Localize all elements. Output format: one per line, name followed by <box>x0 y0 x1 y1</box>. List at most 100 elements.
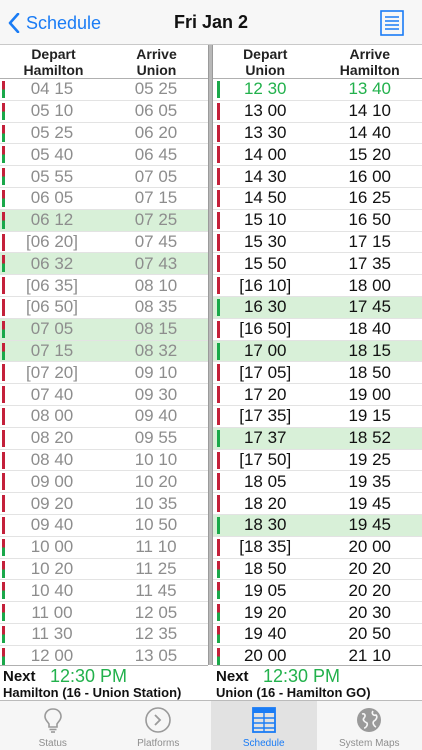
right-schedule-list[interactable]: 12 30 13 40 13 00 14 10 13 30 14 40 14 00 15 20… <box>213 79 422 665</box>
service-indicator-bar <box>217 538 220 556</box>
service-indicator-bar <box>2 102 5 120</box>
left-schedule-row[interactable]: 10 20 11 25 <box>0 559 208 581</box>
right-schedule-row[interactable]: [16 10] 18 00 <box>213 275 422 297</box>
hamilton-to-union-panel[interactable]: Depart Hamilton Arrive Union 04 15 05 25 0… <box>0 45 208 665</box>
left-schedule-row[interactable]: 10 00 11 10 <box>0 537 208 559</box>
tab-status[interactable]: Status <box>0 701 106 750</box>
depart-time: [17 05] <box>239 362 292 382</box>
arrive-time: 07 25 <box>134 210 178 230</box>
arrive-time: 20 30 <box>348 602 392 622</box>
arrive-time: 20 00 <box>348 537 392 557</box>
arrive-time: 08 35 <box>134 297 178 317</box>
left-schedule-row[interactable]: [06 35] 08 10 <box>0 275 208 297</box>
right-schedule-row[interactable]: 15 30 17 15 <box>213 232 422 254</box>
depart-time: 08 20 <box>30 428 74 448</box>
left-next-train: Next 12:30 PM Hamilton (16 - Union Stati… <box>0 665 208 701</box>
union-to-hamilton-panel[interactable]: Depart Union Arrive Hamilton 12 30 13 40 1… <box>213 45 422 665</box>
service-indicator-bar <box>2 560 5 578</box>
right-schedule-row[interactable]: [16 50] 18 40 <box>213 319 422 341</box>
service-indicator-bar <box>217 407 220 425</box>
left-schedule-row[interactable]: 05 40 06 45 <box>0 144 208 167</box>
right-schedule-row[interactable]: 15 10 16 50 <box>213 210 422 232</box>
service-indicator-bar <box>2 81 5 98</box>
left-schedule-row[interactable]: [06 50] 08 35 <box>0 297 208 319</box>
left-schedule-row[interactable]: 11 00 12 05 <box>0 602 208 624</box>
arrive-time: 10 20 <box>134 471 178 491</box>
left-schedule-row[interactable]: 05 10 06 05 <box>0 101 208 123</box>
arrive-time: 06 05 <box>134 101 178 121</box>
service-indicator-bar <box>2 233 5 251</box>
right-schedule-row[interactable]: 13 30 14 40 <box>213 123 422 145</box>
left-schedule-list[interactable]: 04 15 05 25 05 10 06 05 05 25 06 20 05 40 06 45… <box>0 79 208 665</box>
tab-platforms[interactable]: Platforms <box>106 701 212 750</box>
arrive-time: 09 55 <box>134 428 178 448</box>
arrive-time: 18 40 <box>348 319 392 339</box>
service-indicator-bar <box>2 255 5 273</box>
right-schedule-row[interactable]: 19 20 20 30 <box>213 602 422 624</box>
left-schedule-row[interactable]: 08 40 10 10 <box>0 450 208 472</box>
arrive-time: 12 35 <box>134 624 178 644</box>
right-schedule-row[interactable]: 20 00 21 10 <box>213 646 422 665</box>
right-schedule-row[interactable]: 18 20 19 45 <box>213 493 422 515</box>
arrive-time: 07 05 <box>134 166 178 186</box>
right-schedule-row[interactable]: 18 05 19 35 <box>213 471 422 494</box>
arrive-time: 07 43 <box>134 253 178 273</box>
left-schedule-row[interactable]: 09 00 10 20 <box>0 471 208 494</box>
service-indicator-bar <box>2 342 5 360</box>
right-schedule-row[interactable]: 17 00 18 15 <box>213 340 422 363</box>
right-next-label: Next <box>216 668 249 685</box>
left-schedule-row[interactable]: 09 40 10 50 <box>0 515 208 537</box>
service-indicator-bar <box>2 538 5 556</box>
left-schedule-row[interactable]: 09 20 10 35 <box>0 493 208 515</box>
left-schedule-row[interactable]: 06 12 07 25 <box>0 209 208 232</box>
right-schedule-row[interactable]: [17 50] 19 25 <box>213 450 422 472</box>
left-schedule-row[interactable]: 08 20 09 55 <box>0 428 208 450</box>
right-schedule-row[interactable]: 15 50 17 35 <box>213 253 422 276</box>
left-schedule-row[interactable]: [06 20] 07 45 <box>0 232 208 254</box>
list-view-button[interactable] <box>380 10 404 36</box>
right-schedule-row[interactable]: 16 30 17 45 <box>213 296 422 319</box>
left-schedule-row[interactable]: 04 15 05 25 <box>0 79 208 101</box>
depart-time: 19 05 <box>243 580 287 600</box>
depart-time: 06 12 <box>30 210 74 230</box>
tab-system-maps[interactable]: System Maps <box>317 701 422 750</box>
left-schedule-row[interactable]: 10 40 11 45 <box>0 580 208 603</box>
right-schedule-row[interactable]: 18 30 19 45 <box>213 514 422 537</box>
left-schedule-row[interactable]: 11 30 12 35 <box>0 624 208 646</box>
right-schedule-row[interactable]: 12 30 13 40 <box>213 79 422 101</box>
right-schedule-row[interactable]: [17 35] 19 15 <box>213 406 422 428</box>
right-schedule-row[interactable]: 17 37 18 52 <box>213 427 422 450</box>
arrive-time: 08 10 <box>134 275 178 295</box>
right-schedule-row[interactable]: 19 40 20 50 <box>213 624 422 646</box>
left-schedule-row[interactable]: 08 00 09 40 <box>0 406 208 428</box>
right-schedule-row[interactable]: [18 35] 20 00 <box>213 537 422 559</box>
right-schedule-row[interactable]: 13 00 14 10 <box>213 101 422 123</box>
right-schedule-row[interactable]: 19 05 20 20 <box>213 580 422 603</box>
left-schedule-row[interactable]: 07 15 08 32 <box>0 340 208 363</box>
right-schedule-row[interactable]: 14 30 16 00 <box>213 166 422 188</box>
left-schedule-row[interactable]: 06 32 07 43 <box>0 253 208 276</box>
right-schedule-row[interactable]: 18 50 20 20 <box>213 559 422 581</box>
arrive-time: 16 50 <box>348 210 392 230</box>
left-schedule-row[interactable]: [07 20] 09 10 <box>0 362 208 385</box>
left-schedule-row[interactable]: 05 55 07 05 <box>0 166 208 188</box>
service-indicator-bar <box>217 582 220 600</box>
service-indicator-bar <box>217 364 220 382</box>
service-indicator-bar <box>217 211 220 229</box>
left-schedule-row[interactable]: 07 05 08 15 <box>0 318 208 341</box>
depart-time: [06 35] <box>26 275 78 295</box>
service-indicator-bar <box>217 168 220 186</box>
right-schedule-row[interactable]: 14 50 16 25 <box>213 188 422 210</box>
left-schedule-row[interactable]: 07 40 09 30 <box>0 384 208 406</box>
left-schedule-row[interactable]: 06 05 07 15 <box>0 188 208 210</box>
right-schedule-row[interactable]: 17 20 19 00 <box>213 384 422 406</box>
right-schedule-row[interactable]: 14 00 15 20 <box>213 144 422 167</box>
arrive-time: 18 52 <box>348 428 392 448</box>
left-schedule-row[interactable]: 05 25 06 20 <box>0 123 208 145</box>
right-schedule-row[interactable]: [17 05] 18 50 <box>213 362 422 385</box>
arrive-time: 19 45 <box>348 515 392 535</box>
arrive-time: 20 20 <box>348 558 392 578</box>
tab-schedule[interactable]: Schedule <box>211 701 317 750</box>
depart-time: 13 00 <box>243 101 287 121</box>
left-schedule-row[interactable]: 12 00 13 05 <box>0 646 208 665</box>
